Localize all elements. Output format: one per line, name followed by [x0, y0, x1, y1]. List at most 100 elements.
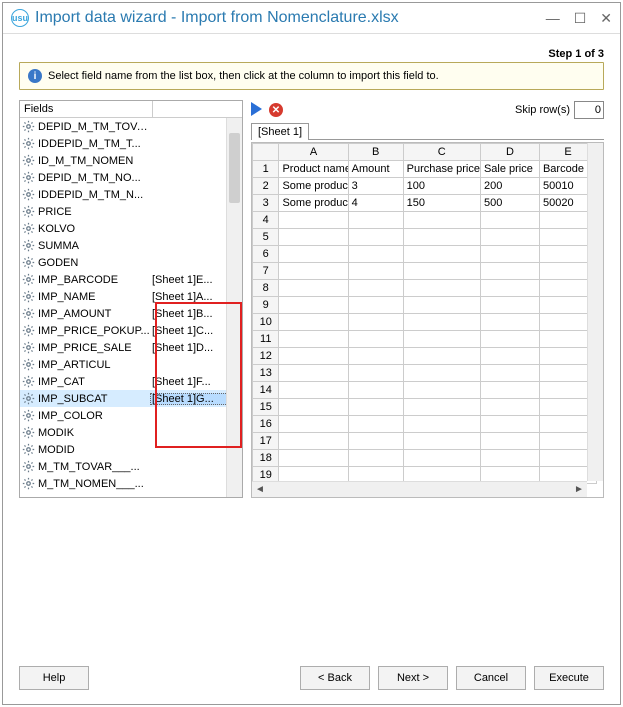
row-header[interactable]: 8 — [253, 280, 279, 297]
field-row[interactable]: GODEN — [20, 254, 242, 271]
cell[interactable] — [480, 399, 539, 416]
cell[interactable] — [403, 382, 480, 399]
field-row[interactable]: IMP_SUBCAT[Sheet 1]G... — [20, 390, 242, 407]
maximize-button[interactable]: ☐ — [574, 11, 587, 25]
cell[interactable] — [403, 399, 480, 416]
field-row[interactable]: IMP_NAME[Sheet 1]A... — [20, 288, 242, 305]
minimize-button[interactable]: — — [546, 11, 560, 25]
cell[interactable] — [480, 212, 539, 229]
cell[interactable] — [403, 263, 480, 280]
cell[interactable] — [480, 348, 539, 365]
cell[interactable] — [279, 382, 348, 399]
row-header[interactable]: 3 — [253, 195, 279, 212]
row-header[interactable]: 13 — [253, 365, 279, 382]
cell[interactable] — [348, 331, 403, 348]
cell[interactable]: Some product — [279, 178, 348, 195]
cell[interactable] — [279, 450, 348, 467]
row-header[interactable]: 15 — [253, 399, 279, 416]
field-row[interactable]: M_TM_TOVAR___... — [20, 458, 242, 475]
help-button[interactable]: Help — [19, 666, 89, 690]
row-header[interactable]: 12 — [253, 348, 279, 365]
cell[interactable]: Amount — [348, 161, 403, 178]
cell[interactable] — [403, 450, 480, 467]
field-row[interactable]: IMP_COLOR — [20, 407, 242, 424]
cell[interactable] — [279, 263, 348, 280]
cell[interactable] — [348, 382, 403, 399]
play-icon[interactable] — [251, 102, 263, 119]
cell[interactable]: Product name — [279, 161, 348, 178]
cell[interactable] — [348, 280, 403, 297]
cell[interactable] — [480, 382, 539, 399]
cell[interactable] — [480, 416, 539, 433]
cell[interactable] — [279, 314, 348, 331]
cell[interactable] — [279, 365, 348, 382]
row-header[interactable]: 5 — [253, 229, 279, 246]
scroll-left-icon[interactable]: ◄ — [252, 484, 268, 495]
cell[interactable] — [279, 433, 348, 450]
back-button[interactable]: < Back — [300, 666, 370, 690]
col-header[interactable]: C — [403, 144, 480, 161]
cell[interactable] — [348, 399, 403, 416]
col-header[interactable]: B — [348, 144, 403, 161]
field-row[interactable]: IMP_PRICE_SALE[Sheet 1]D... — [20, 339, 242, 356]
row-header[interactable]: 17 — [253, 433, 279, 450]
sheet-tab[interactable]: [Sheet 1] — [251, 123, 309, 140]
field-row[interactable]: IMP_CAT[Sheet 1]F... — [20, 373, 242, 390]
field-row[interactable]: IMP_AMOUNT[Sheet 1]B... — [20, 305, 242, 322]
cell[interactable]: Sale price — [480, 161, 539, 178]
row-header[interactable]: 16 — [253, 416, 279, 433]
field-row[interactable]: M_TM_NOMEN___... — [20, 475, 242, 492]
fields-scrollbar[interactable] — [226, 118, 242, 497]
cancel-button[interactable]: Cancel — [456, 666, 526, 690]
field-row[interactable]: KOLVO — [20, 220, 242, 237]
cell[interactable] — [279, 280, 348, 297]
field-row[interactable]: DEPID_M_TM_TOVAR — [20, 118, 242, 135]
cell[interactable] — [348, 229, 403, 246]
field-row[interactable]: IMP_BARCODE[Sheet 1]E... — [20, 271, 242, 288]
cell[interactable] — [480, 314, 539, 331]
cell[interactable] — [348, 416, 403, 433]
cell[interactable]: 500 — [480, 195, 539, 212]
cell[interactable] — [403, 212, 480, 229]
fields-list[interactable]: DEPID_M_TM_TOVARIDDEPID_M_TM_T...ID_M_TM… — [20, 118, 242, 497]
cell[interactable] — [480, 331, 539, 348]
cell[interactable]: Some product — [279, 195, 348, 212]
cell[interactable] — [480, 280, 539, 297]
cell[interactable] — [480, 365, 539, 382]
cell[interactable] — [403, 297, 480, 314]
cell[interactable]: 200 — [480, 178, 539, 195]
execute-button[interactable]: Execute — [534, 666, 604, 690]
cell[interactable] — [348, 212, 403, 229]
row-header[interactable]: 10 — [253, 314, 279, 331]
field-row[interactable]: MODID — [20, 441, 242, 458]
col-header[interactable]: D — [480, 144, 539, 161]
row-header[interactable]: 2 — [253, 178, 279, 195]
cell[interactable]: 100 — [403, 178, 480, 195]
cell[interactable] — [403, 365, 480, 382]
cell[interactable] — [348, 314, 403, 331]
cell[interactable] — [279, 331, 348, 348]
grid-vscrollbar[interactable] — [587, 143, 603, 481]
field-row[interactable]: DEPID_M_TM_NO... — [20, 169, 242, 186]
cell[interactable] — [279, 246, 348, 263]
cell[interactable] — [348, 433, 403, 450]
field-row[interactable]: ID_M_TM_NOMEN — [20, 152, 242, 169]
skip-rows-input[interactable] — [574, 101, 604, 119]
cell[interactable] — [403, 314, 480, 331]
cell[interactable] — [403, 331, 480, 348]
cell[interactable]: 150 — [403, 195, 480, 212]
cell[interactable] — [348, 365, 403, 382]
next-button[interactable]: Next > — [378, 666, 448, 690]
cell[interactable] — [480, 246, 539, 263]
cell[interactable] — [279, 348, 348, 365]
cell[interactable] — [480, 297, 539, 314]
cell[interactable] — [279, 212, 348, 229]
spreadsheet-grid[interactable]: ABCDE1Product nameAmountPurchase priceSa… — [251, 142, 604, 498]
row-header[interactable]: 14 — [253, 382, 279, 399]
cell[interactable] — [279, 297, 348, 314]
cell[interactable] — [403, 433, 480, 450]
cell[interactable] — [348, 246, 403, 263]
close-button[interactable]: ✕ — [600, 11, 612, 25]
cell[interactable] — [279, 399, 348, 416]
field-row[interactable]: PRICE — [20, 203, 242, 220]
